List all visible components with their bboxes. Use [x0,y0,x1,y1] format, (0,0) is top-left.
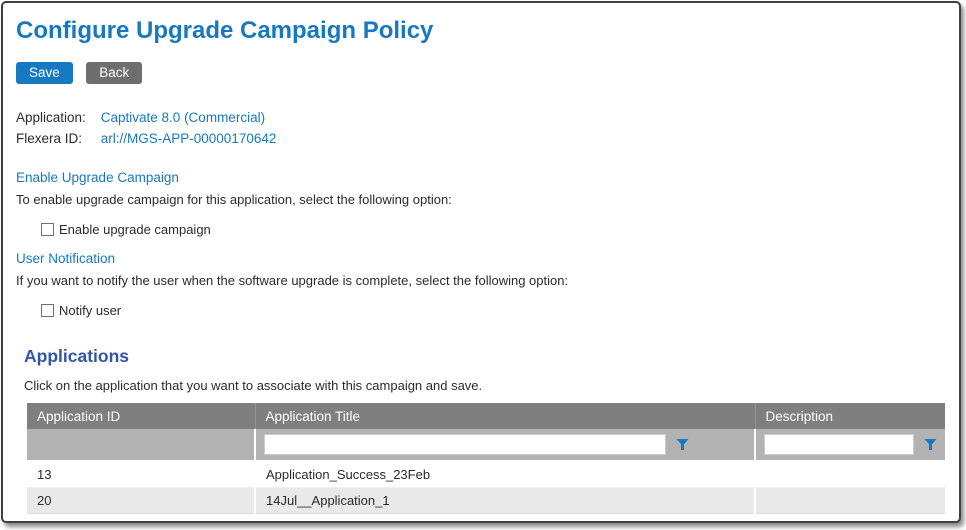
applications-section: Applications Click on the application th… [24,346,946,514]
user-notification-section: User Notification If you want to notify … [16,251,946,318]
applications-table-header-row: Application ID Application Title Descrip… [27,403,945,429]
applications-table: Application ID Application Title Descrip… [27,403,945,514]
application-info-block: Application: Captivate 8.0 (Commercial) … [16,107,946,149]
page-title: Configure Upgrade Campaign Policy [16,17,946,45]
applications-table-filter-row [27,429,945,461]
enable-upgrade-campaign-checkbox-label: Enable upgrade campaign [59,222,211,237]
column-header-application-id[interactable]: Application ID [27,403,255,429]
application-link[interactable]: Captivate 8.0 (Commercial) [101,110,265,125]
applications-heading: Applications [24,346,946,367]
table-row[interactable]: 13 Application_Success_23Feb [27,461,945,487]
notify-user-checkbox-row: Notify user [41,303,946,318]
enable-upgrade-campaign-section: Enable Upgrade Campaign To enable upgrad… [16,170,946,237]
toolbar: Save Back [16,62,946,84]
enable-upgrade-campaign-heading: Enable Upgrade Campaign [16,170,946,185]
cell-description[interactable] [755,487,945,513]
enable-upgrade-campaign-checkbox-row: Enable upgrade campaign [41,222,946,237]
notify-user-checkbox[interactable] [41,304,54,317]
cell-application-title[interactable]: 14Jul__Application_1 [255,487,755,513]
save-button[interactable]: Save [16,62,73,84]
application-title-filter-icon[interactable] [676,438,689,451]
description-filter-icon[interactable] [924,438,937,451]
application-title-filter-input[interactable] [264,434,666,455]
user-notification-heading: User Notification [16,251,946,266]
application-id-filter-cell [27,429,255,461]
cell-description[interactable] [755,461,945,487]
enable-upgrade-campaign-description: To enable upgrade campaign for this appl… [16,192,946,207]
description-filter-input[interactable] [764,434,914,455]
application-label: Application: [16,107,97,128]
back-button[interactable]: Back [86,62,142,84]
flexera-id-label: Flexera ID: [16,128,97,149]
cell-application-title[interactable]: Application_Success_23Feb [255,461,755,487]
description-filter-cell [755,429,945,461]
configure-upgrade-campaign-policy-page: Configure Upgrade Campaign Policy Save B… [1,1,961,523]
application-title-filter-cell [255,429,755,461]
cell-application-id[interactable]: 20 [27,487,255,513]
applications-description: Click on the application that you want t… [24,378,946,393]
enable-upgrade-campaign-checkbox[interactable] [41,223,54,236]
flexera-id-info-row: Flexera ID: arl://MGS-APP-00000170642 [16,128,946,149]
column-header-description[interactable]: Description [755,403,945,429]
flexera-id-link[interactable]: arl://MGS-APP-00000170642 [101,131,277,146]
cell-application-id[interactable]: 13 [27,461,255,487]
column-header-application-title[interactable]: Application Title [255,403,755,429]
user-notification-description: If you want to notify the user when the … [16,273,946,288]
application-info-row: Application: Captivate 8.0 (Commercial) [16,107,946,128]
table-row[interactable]: 20 14Jul__Application_1 [27,487,945,513]
notify-user-checkbox-label: Notify user [59,303,121,318]
